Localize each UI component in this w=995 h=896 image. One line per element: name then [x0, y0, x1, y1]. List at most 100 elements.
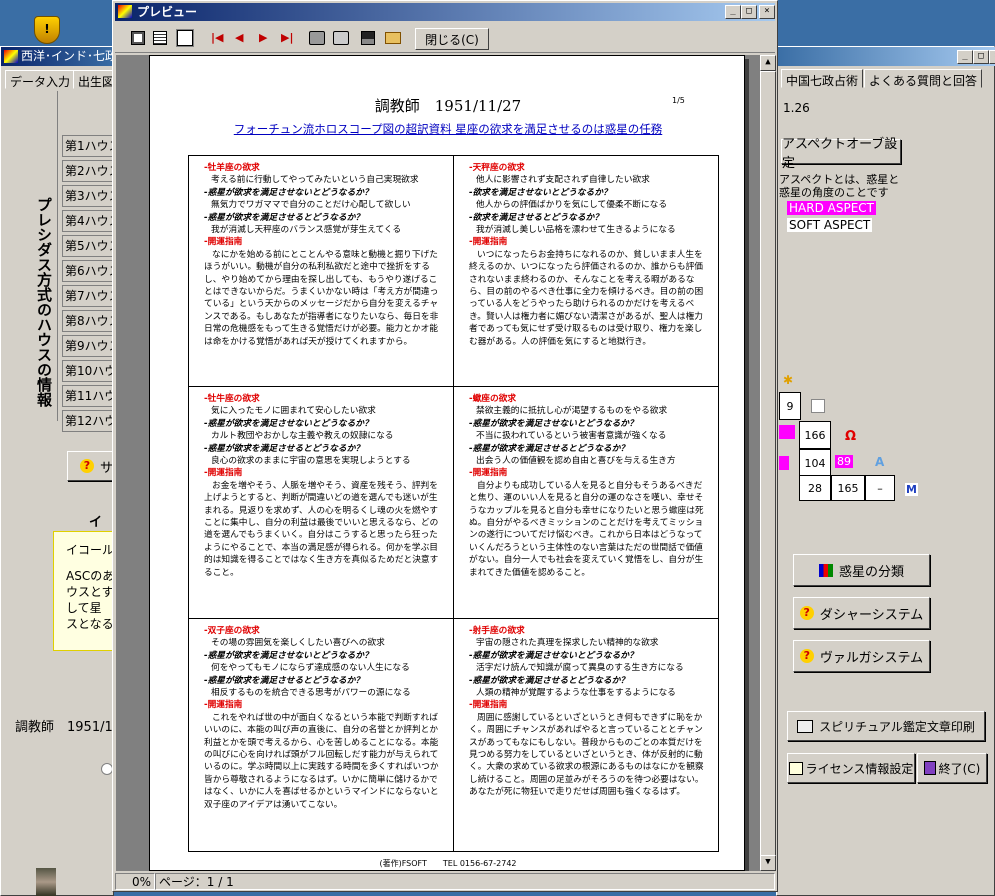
sign-heading: -天秤座の欲求 — [469, 163, 525, 173]
leo-icon: Ω — [845, 429, 857, 444]
printer-setup-icon[interactable] — [309, 31, 325, 45]
toolbar: |◀ ◀ ▶ ▶| 閉じる(C) — [115, 25, 775, 53]
close-button[interactable]: × — [989, 50, 995, 64]
advice-heading: -開運指南 — [204, 700, 243, 711]
license-button[interactable]: ライセンス情報設定 — [787, 753, 915, 783]
hard-aspect-label: HARD ASPECT — [787, 201, 876, 215]
heading-houses: プレシダス方式のハウスの情報 — [35, 197, 53, 407]
close-preview-label: 閉じる(C) — [425, 32, 479, 47]
aquarius-icon: A — [875, 455, 885, 469]
classify-label: 惑星の分類 — [838, 564, 904, 580]
sign-cell-libra: -天秤座の欲求 他人に影響されず支配されず自律したい欲求 -欲求を満足させないと… — [453, 155, 719, 387]
tab-chinese[interactable]: 中国七政占術 — [781, 69, 864, 88]
desire-text: 考える前に行動してやってみたいという自己実現欲求 — [211, 175, 419, 186]
page-view-icon[interactable] — [131, 31, 145, 45]
question-icon: ? — [799, 606, 814, 620]
preview-titlebar: プレビュー — [115, 3, 775, 21]
classify-button[interactable]: 惑星の分類 — [793, 554, 930, 586]
maximize-button[interactable]: □ — [973, 50, 989, 64]
exit-label: 終了(C) — [938, 761, 981, 776]
sign-cell-taurus: -牡牛座の欲求 気に入ったモノに囲まれて安心したい欲求 -惑星が欲求を満足させな… — [188, 386, 454, 619]
question-1: -欲求を満足させないとどうなるか？ — [469, 187, 612, 198]
taskbar-thumbnail[interactable] — [36, 868, 56, 896]
page-status: ページ：1 / 1 — [155, 873, 775, 890]
advice-text: これをやれば世の中が面白くなるという本能で判断すればいいのに、本能の叫び声の直後… — [204, 712, 439, 810]
vertical-scrollbar[interactable]: ▲ ▼ — [760, 55, 776, 871]
question-1: -惑星が欲求を満足させないとどうなるか？ — [204, 650, 373, 661]
answer-1: カルト教団やおかしな主義や教えの奴隷になる — [211, 431, 394, 442]
question-icon: ? — [799, 649, 814, 663]
preview-window: プレビュー _ □ × |◀ ◀ ▶ ▶| 閉じる(C) 調教師 1951/11… — [112, 0, 778, 892]
house-10: 第10ハウス — [62, 360, 114, 382]
shield-icon[interactable]: ! — [34, 16, 60, 44]
save-icon[interactable] — [361, 31, 375, 45]
exit-button[interactable]: 終了(C) — [917, 753, 987, 783]
sign-cell-sagittarius: -射手座の欲求 宇宙の隠された真理を探求したい精神的な欲求 -惑星が欲求を満足さ… — [453, 618, 719, 852]
question-2: -惑星が欲求を満足させるとどうなるか？ — [204, 212, 364, 223]
grid-89: 89 — [835, 455, 853, 468]
preview-app-icon — [118, 5, 132, 18]
question-1: -惑星が欲求を満足させないとどうなるか？ — [204, 418, 373, 429]
dasha-button[interactable]: ? ダシャーシステム — [793, 597, 930, 629]
zoom-status: 0% — [115, 873, 155, 890]
print-button[interactable]: スピリチュアル鑑定文章印刷 — [787, 711, 985, 741]
preview-title: プレビュー — [137, 5, 198, 19]
grid-dash: – — [865, 475, 895, 501]
magenta-cell — [779, 425, 795, 439]
sign-heading: -双子座の欲求 — [204, 626, 260, 636]
answer-1: 無気力でワガママで自分のことだけ心配して欲しい — [211, 200, 411, 211]
value-label: 1.26 — [783, 101, 810, 115]
last-page-icon[interactable]: ▶| — [281, 31, 293, 44]
grid-9: 9 — [779, 392, 801, 420]
question-2: -惑星が欲求を満足させるとどうなるか？ — [469, 443, 629, 454]
zoom-page-icon[interactable] — [176, 29, 194, 47]
scroll-up-button[interactable]: ▲ — [760, 55, 776, 71]
scroll-thumb[interactable] — [760, 71, 776, 871]
advice-text: お金を増やそう、人脈を増やそう、資産を残そう、評判を上げようとすると、判断が間違… — [204, 480, 439, 578]
maximize-button[interactable]: □ — [741, 5, 757, 19]
close-preview-button[interactable]: 閉じる(C) — [415, 28, 489, 50]
close-button[interactable]: × — [759, 5, 775, 19]
magenta-cell-2 — [779, 456, 789, 470]
answer-2: 人類の精神が覚醒するような仕事をするようになる — [476, 688, 676, 699]
prev-page-icon[interactable]: ◀ — [235, 31, 243, 44]
answer-2: 我が消滅し美しい品格を漂わせて生きるようになる — [476, 225, 676, 236]
minimize-button[interactable]: _ — [957, 50, 973, 64]
answer-2: 良心の欲求のままに宇宙の意思を実現しようとする — [211, 456, 411, 467]
soft-aspect-label: SOFT ASPECT — [787, 218, 873, 232]
aspect-orb-button[interactable]: アスペクトオーブ設定 — [781, 137, 901, 171]
scroll-down-button[interactable]: ▼ — [760, 855, 776, 871]
varga-button[interactable]: ? ヴァルガシステム — [793, 640, 930, 672]
advice-heading: -開運指南 — [204, 468, 243, 479]
advice-heading: -開運指南 — [469, 700, 508, 711]
right-window: _ □ × 中国七政占術 よくある質問と回答 1.26 アスペクトオーブ設定 ア… — [776, 46, 995, 896]
aspect-desc-2: 惑星の角度のことです — [779, 186, 889, 199]
advice-text: なにかを始める前にとことんやる意味と動機と掘り下げたほうがいい。動機が自分の私利… — [204, 249, 439, 347]
minimize-button[interactable]: _ — [725, 5, 741, 19]
advice-heading: -開運指南 — [469, 237, 508, 248]
open-folder-icon[interactable] — [385, 32, 401, 44]
question-2: -惑星が欲求を満足させるとどうなるか？ — [469, 675, 629, 686]
next-page-icon[interactable]: ▶ — [259, 31, 267, 44]
main-window: 西洋･インド･七政 データ入力 出生図 プレシダス方式のハウスの情報 第1ハウス… — [0, 46, 133, 896]
exit-icon — [923, 761, 936, 775]
main-tabs: データ入力 出生図 — [1, 68, 120, 90]
sign-cell-gemini: -双子座の欲求 その場の雰囲気を楽しくしたい喜びへの欲求 -惑星が欲求を満足させ… — [188, 618, 454, 852]
two-page-icon[interactable] — [153, 31, 167, 45]
print-icon[interactable] — [333, 31, 349, 45]
question-2: -欲求を満足させるとどうなるか？ — [469, 212, 603, 223]
doc-title: 調教師 1951/11/27 — [374, 97, 522, 115]
tab-data-input[interactable]: データ入力 — [5, 70, 76, 89]
advice-text: 周囲に感謝しているといざというとき何もできずに恥をかく。周囲にチャンスがあればや… — [469, 712, 704, 798]
sign-heading: -牡羊座の欲求 — [204, 163, 260, 173]
first-page-icon[interactable]: |◀ — [211, 31, 223, 44]
answer-2: 出会う人の価値観を認め自由と喜びを与える生き方 — [476, 456, 676, 467]
advice-text: 自分よりも成功している人を見ると自分もそうあるべきだと焦り、運のいい人を見ると自… — [469, 480, 704, 578]
license-icon — [788, 761, 803, 775]
house-1: 第1ハウス — [62, 135, 114, 157]
tab-faq[interactable]: よくある質問と回答 — [864, 69, 983, 88]
doc-subtitle-link[interactable]: フォーチュン流ホロスコープ図の超訳資料 星座の欲求を満足させるのは惑星の任務 — [150, 121, 746, 137]
doc-page-number: 1/5 — [672, 96, 685, 105]
status-bar: 0% ページ：1 / 1 — [115, 873, 775, 891]
mercury-icon — [811, 399, 825, 413]
